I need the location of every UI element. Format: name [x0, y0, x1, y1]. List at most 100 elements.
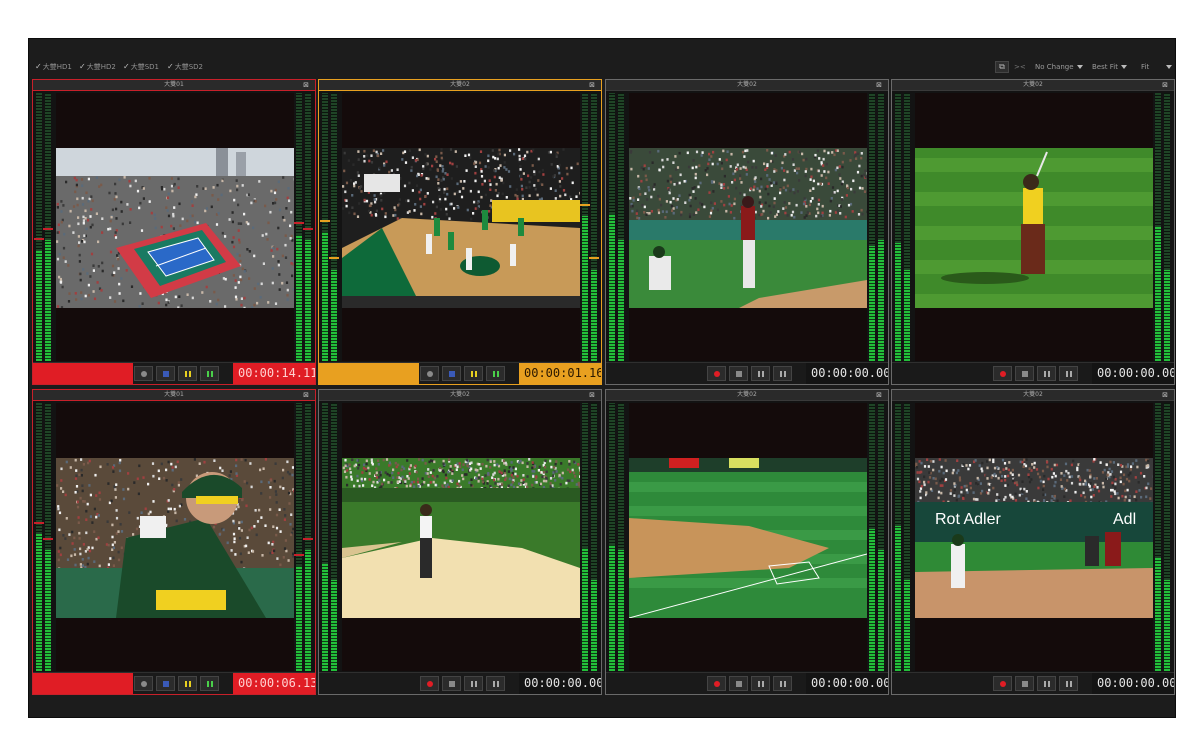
monitor-cell[interactable]: 大雙02 ⊠	[891, 79, 1175, 385]
stop-button[interactable]	[729, 366, 748, 381]
chevron-down-icon	[1166, 64, 1173, 69]
cell-title: 大雙01	[33, 390, 315, 401]
monitor-cell[interactable]: 大雙02 ⊠	[605, 79, 889, 385]
monitor-cell[interactable]: 大雙02 ⊠	[605, 389, 889, 695]
monitor-cell[interactable]: 大雙01 ⊠	[32, 389, 316, 695]
video-viewer[interactable]	[629, 403, 867, 671]
video-frame	[915, 148, 1153, 308]
split-button[interactable]	[1059, 366, 1078, 381]
compare-button[interactable]: ><	[1014, 60, 1026, 73]
split-button[interactable]	[773, 366, 792, 381]
level-bar	[869, 403, 875, 671]
pause-button[interactable]	[751, 676, 770, 691]
cell-title: 大雙02	[892, 390, 1174, 401]
record-button[interactable]	[993, 366, 1012, 381]
maximize-icon[interactable]: ⊠	[1162, 390, 1168, 400]
split-icon	[206, 370, 213, 377]
monitor-cell[interactable]: 大雙01 ⊠	[32, 79, 316, 385]
split-button[interactable]	[1059, 676, 1078, 691]
split-button[interactable]	[486, 676, 505, 691]
stop-button[interactable]	[156, 676, 175, 691]
stop-button[interactable]	[442, 366, 461, 381]
level-bar	[43, 93, 53, 361]
pause-button[interactable]	[178, 676, 197, 691]
pause-button[interactable]	[178, 366, 197, 381]
cell-title: 大雙02	[319, 80, 601, 91]
split-icon	[1065, 680, 1072, 687]
split-icon	[492, 680, 499, 687]
level-bar	[869, 93, 875, 361]
fit-dropdown[interactable]: Best Fit	[1092, 60, 1127, 73]
video-viewer[interactable]	[342, 93, 580, 361]
level-bar	[34, 403, 44, 671]
audio-meter-left	[893, 93, 913, 361]
source-checkbox-4[interactable]: ✓大雙SD2	[167, 62, 203, 72]
monitor-cell[interactable]: 大雙02 ⊠	[318, 79, 602, 385]
maximize-icon[interactable]: ⊠	[303, 80, 309, 90]
pause-button[interactable]	[1037, 676, 1056, 691]
stop-button[interactable]	[1015, 366, 1034, 381]
pause-button[interactable]	[751, 366, 770, 381]
layout-button[interactable]: ⧉	[995, 60, 1009, 73]
chevron-down-icon	[1120, 64, 1127, 69]
monitor-cell[interactable]: 大雙02 ⊠ Rot Adler Adl 00:00:00.00	[891, 389, 1175, 695]
split-button[interactable]	[200, 366, 219, 381]
split-icon	[779, 370, 786, 377]
level-bar	[294, 403, 304, 671]
audio-meter-left	[34, 93, 54, 361]
stop-button[interactable]	[442, 676, 461, 691]
maximize-icon[interactable]: ⊠	[876, 80, 882, 90]
source-checkbox-1[interactable]: ✓大雙HD1	[35, 62, 72, 72]
scale-dropdown[interactable]: No Change	[1035, 60, 1083, 73]
pause-button[interactable]	[464, 676, 483, 691]
maximize-icon[interactable]: ⊠	[303, 390, 309, 400]
timecode-display: 00:00:00.00	[1092, 363, 1174, 384]
record-button[interactable]	[420, 676, 439, 691]
video-viewer[interactable]	[915, 93, 1153, 361]
video-viewer[interactable]	[56, 403, 294, 671]
source-checkbox-3[interactable]: ✓大雙SD1	[123, 62, 159, 72]
level-bar	[589, 93, 599, 361]
maximize-icon[interactable]: ⊠	[1162, 80, 1168, 90]
record-button[interactable]	[707, 366, 726, 381]
level-bar	[294, 93, 304, 361]
audio-meter-right	[867, 403, 887, 671]
aspect-dropdown[interactable]: Fit	[1141, 60, 1173, 73]
video-viewer[interactable]	[342, 403, 580, 671]
stop-button[interactable]	[729, 676, 748, 691]
level-bar	[895, 93, 901, 361]
source-checkbox-2[interactable]: ✓大雙HD2	[79, 62, 116, 72]
stop-icon	[1021, 370, 1028, 377]
stop-button[interactable]	[1015, 676, 1034, 691]
audio-meter-right	[580, 93, 600, 361]
compare-icon: ><	[1014, 62, 1026, 71]
pause-button[interactable]	[464, 366, 483, 381]
record-button[interactable]	[993, 676, 1012, 691]
tally-indicator	[606, 363, 706, 384]
video-viewer[interactable]	[629, 93, 867, 361]
svg-text:Rot Adler: Rot Adler	[935, 511, 1001, 528]
tally-indicator	[606, 673, 706, 694]
split-button[interactable]	[486, 366, 505, 381]
video-viewer[interactable]: Rot Adler Adl	[915, 403, 1153, 671]
transport-bar: 00:00:14.11	[33, 362, 315, 384]
video-viewer[interactable]	[56, 93, 294, 361]
pause-button[interactable]	[1037, 366, 1056, 381]
record-icon	[713, 680, 720, 687]
maximize-icon[interactable]: ⊠	[589, 80, 595, 90]
maximize-icon[interactable]: ⊠	[589, 390, 595, 400]
split-icon	[206, 680, 213, 687]
record-button[interactable]	[134, 366, 153, 381]
record-button[interactable]	[420, 366, 439, 381]
record-button[interactable]	[707, 676, 726, 691]
stop-icon	[448, 680, 455, 687]
split-button[interactable]	[200, 676, 219, 691]
transport-bar: 00:00:00.00	[892, 362, 1174, 384]
maximize-icon[interactable]: ⊠	[876, 390, 882, 400]
monitor-cell[interactable]: 大雙02 ⊠	[318, 389, 602, 695]
record-button[interactable]	[134, 676, 153, 691]
stop-button[interactable]	[156, 366, 175, 381]
split-button[interactable]	[773, 676, 792, 691]
level-bar	[591, 403, 597, 671]
level-bar	[582, 403, 588, 671]
